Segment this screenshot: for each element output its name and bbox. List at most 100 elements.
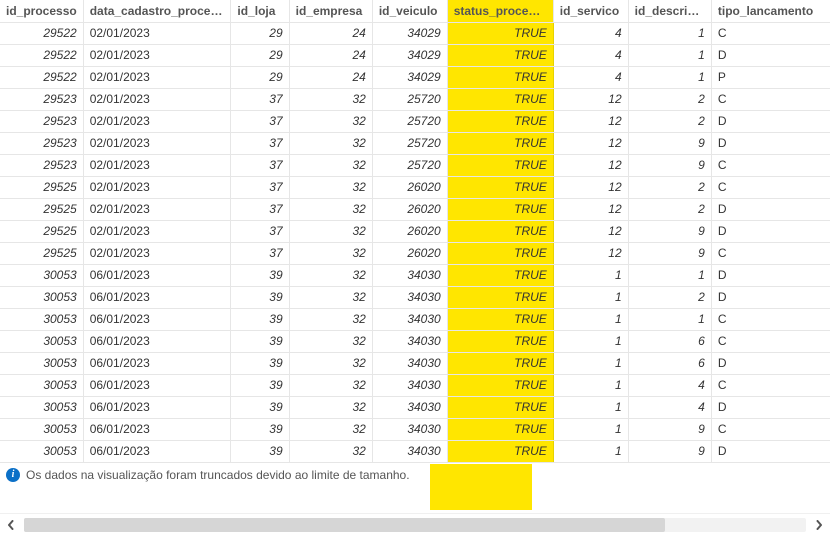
cell-id_veiculo: 34030 — [372, 308, 447, 330]
cell-id_processo: 29522 — [0, 66, 83, 88]
cell-id_servico: 1 — [553, 264, 628, 286]
cell-id_veiculo: 34029 — [372, 44, 447, 66]
table-row[interactable]: 2952302/01/2023373225720TRUE122D — [0, 110, 830, 132]
cell-id_veiculo: 34029 — [372, 66, 447, 88]
cell-id_loja: 37 — [231, 242, 289, 264]
column-header-id_servico[interactable]: id_servico — [553, 0, 628, 22]
cell-status_processo: TRUE — [447, 44, 553, 66]
cell-id_veiculo: 25720 — [372, 132, 447, 154]
cell-id_servico: 12 — [553, 132, 628, 154]
cell-id_processo: 30053 — [0, 330, 83, 352]
table-row[interactable]: 3005306/01/2023393234030TRUE19C — [0, 418, 830, 440]
table-row[interactable]: 2952502/01/2023373226020TRUE122D — [0, 198, 830, 220]
cell-id_servico: 4 — [553, 66, 628, 88]
cell-status_processo: TRUE — [447, 176, 553, 198]
column-header-id_descricao[interactable]: id_descricao — [628, 0, 711, 22]
cell-id_empresa: 24 — [289, 44, 372, 66]
cell-data_cadastro_processo: 02/01/2023 — [83, 154, 231, 176]
table-row[interactable]: 2952502/01/2023373226020TRUE122C — [0, 176, 830, 198]
cell-id_descricao: 2 — [628, 176, 711, 198]
table-row[interactable]: 3005306/01/2023393234030TRUE12D — [0, 286, 830, 308]
cell-id_veiculo: 25720 — [372, 88, 447, 110]
cell-status_processo: TRUE — [447, 396, 553, 418]
cell-id_loja: 39 — [231, 440, 289, 462]
table-row[interactable]: 2952202/01/2023292434029TRUE41P — [0, 66, 830, 88]
scroll-right-button[interactable] — [808, 514, 830, 535]
cell-tipo_lancamento: C — [711, 154, 830, 176]
cell-data_cadastro_processo: 06/01/2023 — [83, 396, 231, 418]
cell-id_loja: 37 — [231, 198, 289, 220]
cell-id_servico: 1 — [553, 418, 628, 440]
cell-id_loja: 37 — [231, 88, 289, 110]
cell-id_processo: 29523 — [0, 88, 83, 110]
cell-data_cadastro_processo: 06/01/2023 — [83, 374, 231, 396]
cell-data_cadastro_processo: 02/01/2023 — [83, 110, 231, 132]
cell-id_servico: 1 — [553, 308, 628, 330]
column-header-id_loja[interactable]: id_loja — [231, 0, 289, 22]
cell-id_empresa: 24 — [289, 66, 372, 88]
cell-status_processo: TRUE — [447, 242, 553, 264]
table-row[interactable]: 2952202/01/2023292434029TRUE41D — [0, 44, 830, 66]
table-row[interactable]: 3005306/01/2023393234030TRUE14C — [0, 374, 830, 396]
table-row[interactable]: 2952302/01/2023373225720TRUE129D — [0, 132, 830, 154]
cell-tipo_lancamento: D — [711, 396, 830, 418]
cell-id_servico: 12 — [553, 176, 628, 198]
table-row[interactable]: 2952302/01/2023373225720TRUE129C — [0, 154, 830, 176]
cell-data_cadastro_processo: 02/01/2023 — [83, 88, 231, 110]
table-row[interactable]: 2952302/01/2023373225720TRUE122C — [0, 88, 830, 110]
scrollbar-track[interactable] — [24, 518, 806, 532]
table-row[interactable]: 2952202/01/2023292434029TRUE41C — [0, 22, 830, 44]
column-header-id_veiculo[interactable]: id_veiculo — [372, 0, 447, 22]
column-header-id_processo[interactable]: id_processo — [0, 0, 83, 22]
cell-id_descricao: 2 — [628, 198, 711, 220]
cell-data_cadastro_processo: 06/01/2023 — [83, 264, 231, 286]
column-header-data_cadastro_processo[interactable]: data_cadastro_processo — [83, 0, 231, 22]
column-header-status_processo[interactable]: status_processo — [447, 0, 553, 22]
cell-id_loja: 39 — [231, 308, 289, 330]
cell-status_processo: TRUE — [447, 440, 553, 462]
column-header-id_empresa[interactable]: id_empresa — [289, 0, 372, 22]
cell-id_servico: 1 — [553, 286, 628, 308]
cell-status_processo: TRUE — [447, 22, 553, 44]
cell-id_descricao: 9 — [628, 418, 711, 440]
table-row[interactable]: 3005306/01/2023393234030TRUE19D — [0, 440, 830, 462]
cell-id_servico: 12 — [553, 198, 628, 220]
table-row[interactable]: 3005306/01/2023393234030TRUE16D — [0, 352, 830, 374]
table-row[interactable]: 2952502/01/2023373226020TRUE129D — [0, 220, 830, 242]
header-row: id_processodata_cadastro_processoid_loja… — [0, 0, 830, 22]
cell-id_processo: 29525 — [0, 220, 83, 242]
cell-id_processo: 29523 — [0, 132, 83, 154]
cell-tipo_lancamento: C — [711, 330, 830, 352]
table-row[interactable]: 3005306/01/2023393234030TRUE14D — [0, 396, 830, 418]
cell-status_processo: TRUE — [447, 374, 553, 396]
cell-status_processo: TRUE — [447, 352, 553, 374]
cell-data_cadastro_processo: 02/01/2023 — [83, 242, 231, 264]
cell-data_cadastro_processo: 06/01/2023 — [83, 308, 231, 330]
cell-id_empresa: 32 — [289, 308, 372, 330]
cell-id_processo: 30053 — [0, 374, 83, 396]
cell-id_descricao: 9 — [628, 220, 711, 242]
data-table: id_processodata_cadastro_processoid_loja… — [0, 0, 830, 463]
cell-id_loja: 39 — [231, 352, 289, 374]
cell-id_loja: 39 — [231, 418, 289, 440]
cell-status_processo: TRUE — [447, 220, 553, 242]
cell-id_loja: 29 — [231, 22, 289, 44]
cell-id_descricao: 4 — [628, 374, 711, 396]
cell-id_servico: 4 — [553, 44, 628, 66]
cell-id_empresa: 32 — [289, 374, 372, 396]
cell-tipo_lancamento: P — [711, 66, 830, 88]
table-row[interactable]: 3005306/01/2023393234030TRUE11C — [0, 308, 830, 330]
scrollbar-thumb[interactable] — [24, 518, 665, 532]
horizontal-scrollbar[interactable] — [0, 513, 830, 535]
cell-status_processo: TRUE — [447, 132, 553, 154]
cell-tipo_lancamento: C — [711, 176, 830, 198]
cell-status_processo: TRUE — [447, 330, 553, 352]
cell-id_veiculo: 34030 — [372, 330, 447, 352]
cell-tipo_lancamento: D — [711, 110, 830, 132]
table-row[interactable]: 3005306/01/2023393234030TRUE16C — [0, 330, 830, 352]
cell-id_servico: 12 — [553, 220, 628, 242]
scroll-left-button[interactable] — [0, 514, 22, 535]
column-header-tipo_lancamento[interactable]: tipo_lancamento — [711, 0, 830, 22]
table-row[interactable]: 2952502/01/2023373226020TRUE129C — [0, 242, 830, 264]
table-row[interactable]: 3005306/01/2023393234030TRUE11D — [0, 264, 830, 286]
